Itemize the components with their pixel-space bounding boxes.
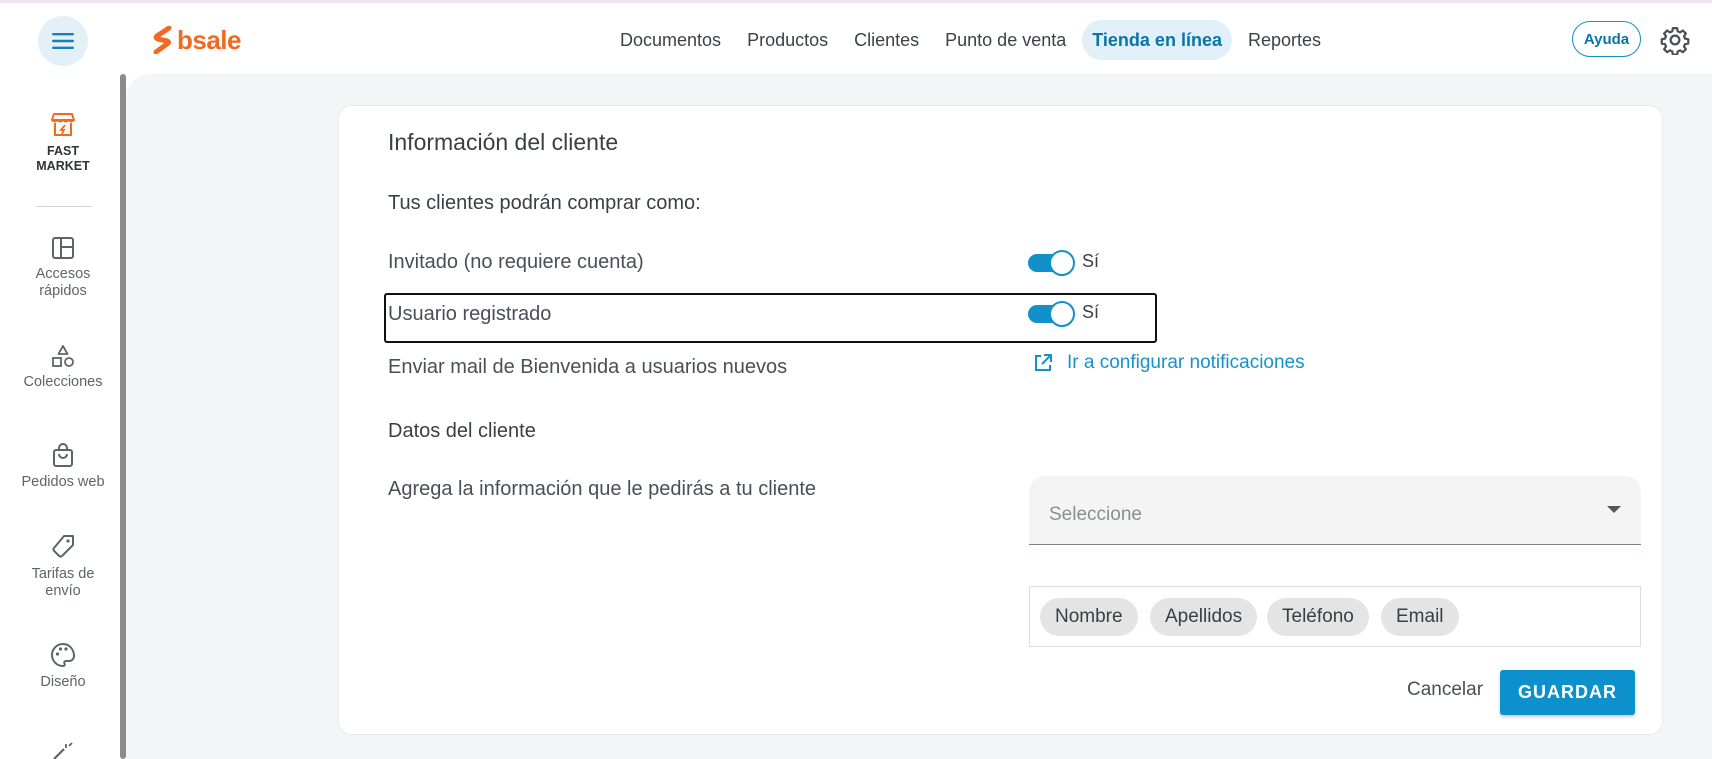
bsale-logo-icon — [153, 26, 172, 54]
nav-tienda-en-linea[interactable]: Tienda en línea — [1082, 20, 1232, 60]
shapes-icon — [52, 345, 74, 367]
sidebar-item-label: Accesos — [35, 266, 91, 282]
registered-user-toggle[interactable] — [1028, 301, 1075, 327]
selected-fields-box: Nombre Apellidos Teléfono Email — [1029, 586, 1641, 647]
toggle-knob — [1049, 301, 1075, 327]
sidebar-item-pedidos-web[interactable]: Pedidos web — [0, 442, 126, 491]
field-chip-nombre[interactable]: Nombre — [1040, 598, 1138, 636]
sidebar-item-label: Pedidos web — [21, 474, 105, 490]
sidebar-item-label: Colecciones — [23, 374, 103, 390]
top-bar: bsale Documentos Productos Clientes Punt… — [0, 3, 1712, 74]
nav-documentos[interactable]: Documentos — [610, 20, 731, 60]
select-placeholder: Seleccione — [1049, 504, 1142, 525]
toggle-knob — [1049, 250, 1075, 276]
configure-notifications-link[interactable]: Ir a configurar notificaciones — [1067, 352, 1305, 374]
palette-icon — [51, 642, 76, 668]
registered-user-toggle-text: Sí — [1082, 302, 1100, 322]
cancel-button[interactable]: Cancelar — [1407, 679, 1483, 701]
sidebar-item-label: Tarifas de — [31, 566, 95, 582]
store-name-line1: FAST — [47, 144, 79, 158]
registered-user-label: Usuario registrado — [388, 303, 552, 325]
external-link-icon[interactable] — [1033, 353, 1053, 373]
nav-productos[interactable]: Productos — [737, 20, 838, 60]
guest-toggle[interactable] — [1028, 250, 1075, 276]
help-button[interactable]: Ayuda — [1572, 21, 1641, 57]
section-title-customer-info: Información del cliente — [388, 129, 619, 155]
sidebar-store[interactable]: FAST MARKET — [0, 110, 126, 174]
sidebar-item-label: rápidos — [39, 283, 87, 299]
sidebar-item-accesos-rapidos[interactable]: Accesos rápidos — [0, 236, 126, 300]
layout-icon — [52, 237, 74, 259]
customer-fields-select[interactable]: Seleccione — [1029, 476, 1641, 545]
store-icon — [51, 113, 75, 136]
field-chip-telefono[interactable]: Teléfono — [1267, 598, 1369, 636]
hamburger-menu-button[interactable] — [38, 16, 88, 66]
guest-label: Invitado (no requiere cuenta) — [388, 251, 644, 273]
purchase-options-subtitle: Tus clientes podrán comprar como: — [388, 192, 701, 214]
sidebar-item-diseno[interactable]: Diseño — [0, 642, 126, 691]
tag-icon — [52, 535, 74, 558]
brand-logo[interactable]: bsale — [153, 24, 242, 55]
sidebar-divider — [36, 206, 92, 207]
sidebar-item-tarifas-envio[interactable]: Tarifas de envío — [0, 534, 126, 600]
store-name-line2: MARKET — [36, 159, 90, 173]
brand-name: bsale — [177, 24, 242, 55]
sidebar-item-colecciones[interactable]: Colecciones — [0, 344, 126, 391]
section-title-customer-data: Datos del cliente — [388, 420, 536, 442]
magic-wand-icon[interactable] — [50, 742, 76, 759]
shopping-bag-icon — [53, 443, 73, 467]
field-chip-apellidos[interactable]: Apellidos — [1150, 598, 1258, 636]
sidebar-item-label: envío — [45, 583, 81, 599]
welcome-mail-label: Enviar mail de Bienvenida a usuarios nue… — [388, 356, 788, 378]
chevron-down-icon — [1607, 506, 1621, 513]
hamburger-icon — [52, 33, 74, 49]
customer-data-label: Agrega la información que le pedirás a t… — [388, 478, 817, 500]
nav-clientes[interactable]: Clientes — [844, 20, 929, 60]
nav-reportes[interactable]: Reportes — [1238, 20, 1331, 60]
save-button[interactable]: GUARDAR — [1500, 670, 1635, 715]
main-nav: Documentos Productos Clientes Punto de v… — [610, 20, 1337, 60]
field-chip-email[interactable]: Email — [1381, 598, 1459, 636]
nav-punto-de-venta[interactable]: Punto de venta — [935, 20, 1076, 60]
sidebar-item-label: Diseño — [40, 674, 86, 690]
guest-toggle-text: Sí — [1082, 251, 1100, 271]
gear-icon[interactable] — [1660, 25, 1690, 55]
sidebar: FAST MARKET Accesos rápidos Colecciones … — [0, 74, 120, 759]
